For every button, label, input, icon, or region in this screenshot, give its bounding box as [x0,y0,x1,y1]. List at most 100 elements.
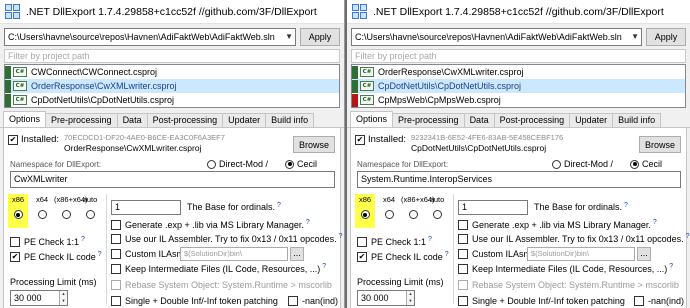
inf-token-patching-option[interactable]: Single + Double Inf/-Inf token patching [111,296,278,306]
project-item-selected[interactable]: C# CpDotNetUtils\CpDotNetUtils.csproj [352,79,685,93]
processing-limit-input[interactable]: 30 000 ▲ ▼ [10,290,68,306]
custom-ilasm-option[interactable]: Custom ILAsm: [458,249,534,259]
tab-post-processing[interactable]: Post-processing [146,113,224,127]
cecil-option[interactable]: Cecil [630,159,662,169]
tab-data[interactable]: Data [116,113,148,127]
project-item[interactable]: C# CpDotNetUtils\CpDotNetUtils.csproj [5,93,339,107]
cecil-option[interactable]: Cecil [285,159,317,169]
platform-x86-x64[interactable]: (x86+x64) [401,194,435,221]
help-link[interactable]: ? [81,236,85,243]
help-link[interactable]: ? [686,233,690,240]
ordinal-base-input[interactable]: 1 [458,200,528,215]
tab-options[interactable]: Options [350,111,394,127]
generate-exp-lib-checkbox[interactable] [458,220,468,230]
browse-button[interactable]: Browse [293,136,335,153]
spin-arrows-icon[interactable]: ▲ ▼ [59,291,67,305]
platform-x86[interactable]: x86 [6,194,30,221]
project-item[interactable]: C# CpMpsWeb\CpMpsWeb.csproj [352,93,685,107]
il-assembler-option[interactable]: Use our IL Assembler. Try to fix 0x13 / … [458,233,690,244]
tab-options[interactable]: Options [3,111,47,127]
tab-updater[interactable]: Updater [569,113,614,127]
help-link[interactable]: ? [277,202,281,209]
pe-check-11-option[interactable]: PE Check 1:1? [357,236,432,247]
tab-pre-processing[interactable]: Pre-processing [45,113,118,127]
help-link[interactable]: ? [669,263,673,270]
platform-auto[interactable]: auto [425,194,449,221]
pe-check-il-checkbox[interactable]: ✔ [357,252,367,262]
rebase-system-object-checkbox[interactable] [111,280,121,290]
rebase-system-object-option[interactable]: Rebase System Object: System.Runtime > m… [458,280,679,290]
platform-radio[interactable] [384,210,394,219]
custom-ilasm-checkbox[interactable] [458,249,468,259]
solution-path-combo[interactable]: C:\Users\havne\source\repos\Havnen\AdiFa… [4,28,296,46]
solution-path-combo[interactable]: C:\Users\havne\source\repos\Havnen\AdiFa… [351,28,642,46]
help-link[interactable]: ? [653,219,657,226]
pe-check-il-checkbox[interactable]: ✔ [10,252,20,262]
help-link[interactable]: ? [322,263,326,270]
pe-check-il-option[interactable]: ✔ PE Check IL code? [10,251,102,262]
custom-ilasm-path-input[interactable]: $(SolutionDir)bin\ [180,247,288,261]
pe-check-il-option[interactable]: ✔ PE Check IL code? [357,251,449,262]
tab-pre-processing[interactable]: Pre-processing [392,113,465,127]
tab-build-info[interactable]: Build info [265,113,315,127]
nan-ind-checkbox[interactable] [288,296,298,306]
nan-ind-option[interactable]: -nan(ind) [634,296,684,306]
installed-checkbox[interactable]: ✔ [355,134,365,145]
direct-mod-option[interactable]: Direct-Mod / [552,159,613,169]
tab-updater[interactable]: Updater [222,113,267,127]
namespace-input[interactable]: System.Runtime.InteropServices [357,171,681,188]
inf-token-patching-checkbox[interactable] [111,296,121,306]
custom-ilasm-path-input[interactable]: $(SolutionDir)bin\ [527,247,635,261]
help-link[interactable]: ? [624,202,628,209]
pe-check-11-checkbox[interactable] [357,237,367,247]
chevron-down-icon[interactable]: ▼ [631,32,639,41]
installed-checkbox[interactable]: ✔ [8,134,18,145]
platform-radio[interactable] [360,210,370,219]
nan-ind-checkbox[interactable] [634,296,644,306]
platform-radio[interactable] [13,210,23,219]
help-link[interactable]: ? [339,233,343,240]
keep-intermediate-checkbox[interactable] [111,264,121,274]
help-link[interactable]: ? [445,251,449,258]
platform-radio[interactable] [37,210,47,219]
platform-x64[interactable]: x64 [377,194,401,221]
nan-ind-option[interactable]: -nan(ind) [288,296,338,306]
ilasm-browse-button[interactable]: ... [637,247,651,261]
generate-exp-lib-checkbox[interactable] [111,220,121,230]
platform-radio[interactable] [408,210,418,219]
rebase-system-object-checkbox[interactable] [458,280,468,290]
il-assembler-checkbox[interactable] [111,234,121,244]
browse-button[interactable]: Browse [639,136,681,153]
processing-limit-input[interactable]: 30 000 ▲ ▼ [357,290,415,306]
keep-intermediate-checkbox[interactable] [458,264,468,274]
namespace-input[interactable]: CwXMLwriter [10,171,335,188]
direct-mod-option[interactable]: Direct-Mod / [207,159,268,169]
platform-radio[interactable] [85,210,95,219]
chevron-down-icon[interactable]: ▼ [285,32,293,41]
apply-button[interactable]: Apply [646,28,686,46]
platform-x86[interactable]: x86 [353,194,377,221]
platform-radio[interactable] [61,210,71,219]
cecil-radio[interactable] [630,159,639,169]
generate-exp-lib-option[interactable]: Generate .exp + .lib via MS Library Mana… [458,219,657,230]
tab-data[interactable]: Data [463,113,495,127]
keep-intermediate-option[interactable]: Keep Intermediate Files (IL Code, Resour… [111,263,326,274]
pe-check-11-checkbox[interactable] [10,237,20,247]
project-item-selected[interactable]: C# OrderResponse\CwXMLwriter.csproj [5,79,339,93]
custom-ilasm-checkbox[interactable] [111,249,121,259]
direct-mod-radio[interactable] [207,159,216,169]
il-assembler-option[interactable]: Use our IL Assembler. Try to fix 0x13 / … [111,233,343,244]
direct-mod-radio[interactable] [552,159,561,169]
tab-build-info[interactable]: Build info [612,113,662,127]
project-item[interactable]: C# OrderResponse\CwXMLwriter.csproj [352,65,685,79]
inf-token-patching-option[interactable]: Single + Double Inf/-Inf token patching [458,296,625,306]
pe-check-11-option[interactable]: PE Check 1:1? [10,236,85,247]
inf-token-patching-checkbox[interactable] [458,296,468,306]
ilasm-browse-button[interactable]: ... [290,247,304,261]
cecil-radio[interactable] [285,159,294,169]
apply-button[interactable]: Apply [300,28,340,46]
platform-radio[interactable] [432,210,442,219]
platform-x86-x64[interactable]: (x86+x64) [54,194,88,221]
project-item[interactable]: C# CWConnect\CWConnect.csproj [5,65,339,79]
tab-post-processing[interactable]: Post-processing [493,113,571,127]
